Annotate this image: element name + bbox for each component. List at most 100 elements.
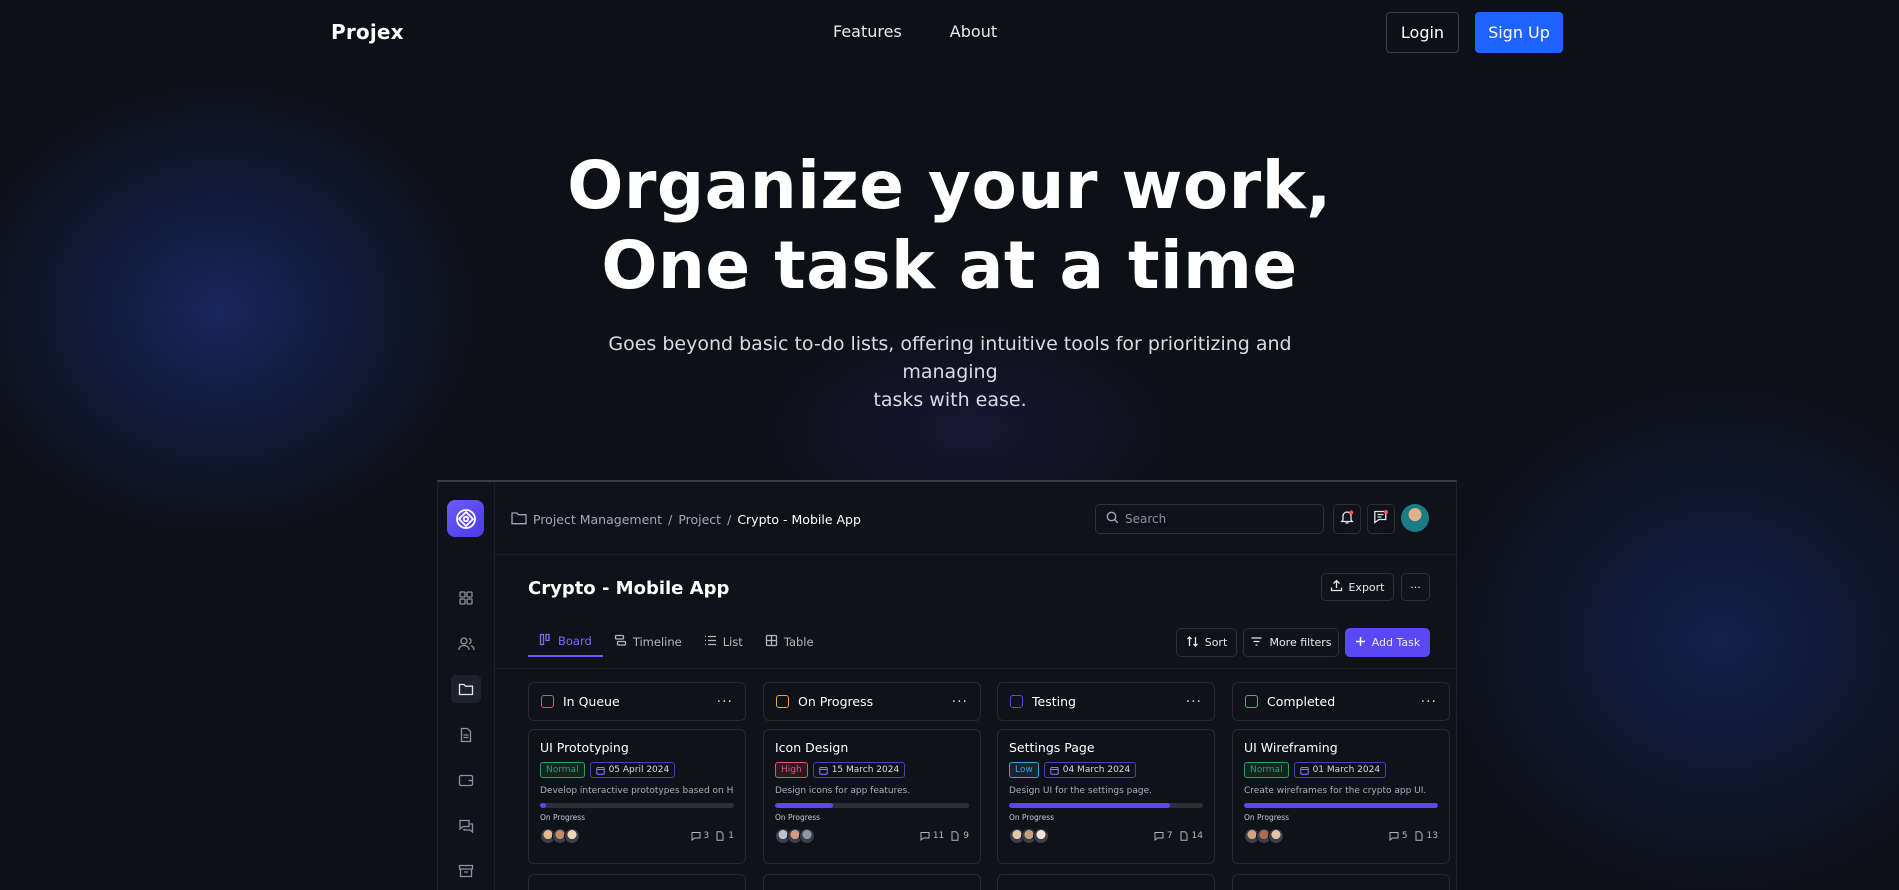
avatar[interactable] — [1033, 828, 1049, 844]
task-card[interactable]: Icon Design High 15 March 2024 Design ic… — [763, 729, 981, 864]
breadcrumb-item[interactable]: Project — [678, 512, 721, 527]
signup-button[interactable]: Sign Up — [1475, 12, 1563, 53]
task-card[interactable] — [997, 874, 1215, 890]
users-icon[interactable] — [451, 630, 481, 658]
comments-count: 3 — [691, 831, 709, 841]
avatar[interactable] — [1268, 828, 1284, 844]
task-card[interactable] — [528, 874, 746, 890]
task-card[interactable]: UI Prototyping Normal 05 April 2024 Deve… — [528, 729, 746, 864]
messages-button[interactable] — [1367, 504, 1395, 534]
brand-logo[interactable]: Projex — [331, 20, 404, 44]
due-date-badge: 04 March 2024 — [1043, 762, 1137, 778]
file-icon — [1415, 831, 1423, 841]
view-tabs: Board Timeline List Table — [528, 627, 825, 657]
avatar[interactable] — [564, 828, 580, 844]
notifications-button[interactable] — [1333, 504, 1361, 534]
document-icon[interactable] — [451, 721, 481, 749]
task-card[interactable] — [1232, 874, 1450, 890]
tab-list[interactable]: List — [693, 627, 754, 657]
add-task-button[interactable]: Add Task — [1345, 628, 1430, 657]
login-button[interactable]: Login — [1386, 12, 1459, 53]
due-date: 01 March 2024 — [1312, 765, 1381, 775]
ellipsis-icon[interactable]: ··· — [1186, 694, 1202, 710]
due-date: 04 March 2024 — [1062, 765, 1131, 775]
files-count: 14 — [1179, 831, 1203, 841]
task-description: Develop interactive prototypes based on … — [540, 786, 734, 796]
column-title: Testing — [1032, 694, 1076, 709]
task-description: Design icons for app features. — [775, 786, 911, 796]
ellipsis-icon[interactable]: ··· — [1421, 694, 1437, 710]
more-options-button[interactable]: ··· — [1401, 573, 1430, 601]
progress-bar — [1009, 803, 1203, 808]
sort-button[interactable]: Sort — [1176, 628, 1237, 657]
user-avatar[interactable] — [1401, 504, 1429, 532]
comments-value: 11 — [932, 831, 945, 841]
progress-bar — [540, 803, 734, 808]
export-button[interactable]: Export — [1321, 573, 1394, 601]
breadcrumb: Project Management / Project / Crypto - … — [511, 511, 861, 528]
due-date: 15 March 2024 — [831, 765, 900, 775]
task-title: UI Wireframing — [1244, 740, 1338, 755]
tab-table[interactable]: Table — [754, 627, 825, 657]
files-value: 9 — [963, 831, 969, 841]
column-status-icon — [776, 695, 789, 708]
priority-badge: Normal — [540, 762, 585, 778]
calendar-icon — [818, 766, 828, 775]
column-status-icon — [1245, 695, 1258, 708]
board-column: In Queue ··· UI Prototyping Normal 05 Ap… — [528, 682, 746, 890]
tab-label: List — [722, 635, 743, 649]
comments-count: 5 — [1389, 831, 1408, 841]
assignee-avatars — [1009, 828, 1049, 844]
ellipsis-icon[interactable]: ··· — [717, 694, 733, 710]
ellipsis-icon: ··· — [1410, 580, 1421, 594]
comments-count: 11 — [920, 831, 944, 841]
column-title: Completed — [1267, 694, 1336, 709]
task-status: On Progress — [540, 813, 586, 822]
column-status-icon — [541, 695, 554, 708]
breadcrumb-item[interactable]: Project Management — [533, 512, 662, 527]
dashboard-icon[interactable] — [451, 584, 481, 612]
breadcrumb-separator: / — [727, 512, 732, 527]
hero-title-line-1: Organize your work, — [567, 147, 1332, 224]
progress-bar — [1244, 803, 1438, 808]
archive-icon[interactable] — [451, 857, 481, 885]
folder-icon — [511, 511, 527, 528]
calendar-icon — [1299, 766, 1309, 775]
filter-icon — [1250, 635, 1263, 651]
app-logo-icon[interactable] — [447, 500, 484, 537]
tab-board[interactable]: Board — [528, 627, 603, 657]
nav-link-about[interactable]: About — [950, 22, 997, 41]
progress-fill — [540, 803, 546, 808]
task-card[interactable]: UI Wireframing Normal 01 March 2024 Crea… — [1232, 729, 1450, 864]
priority-badge: Normal — [1244, 762, 1289, 778]
file-icon — [951, 831, 959, 841]
board-icon — [539, 633, 552, 649]
task-card[interactable] — [763, 874, 981, 890]
column-header: Testing ··· — [997, 682, 1215, 721]
due-date-badge: 01 March 2024 — [1293, 762, 1387, 778]
hero-subtitle-line-1: Goes beyond basic to-do lists, offering … — [608, 333, 1292, 383]
tab-timeline[interactable]: Timeline — [603, 627, 693, 657]
nav-link-features[interactable]: Features — [833, 22, 902, 41]
more-filters-button[interactable]: More filters — [1243, 628, 1339, 657]
task-card[interactable]: Settings Page Low 04 March 2024 Design U… — [997, 729, 1215, 864]
hero-title-line-2: One task at a time — [601, 227, 1298, 304]
column-title: In Queue — [563, 694, 620, 709]
task-title: Icon Design — [775, 740, 849, 755]
folder-icon[interactable] — [451, 675, 481, 703]
plus-icon — [1355, 636, 1366, 650]
message-icon — [1373, 509, 1389, 529]
task-status: On Progress — [775, 813, 821, 822]
due-date-badge: 15 March 2024 — [812, 762, 906, 778]
comments-count: 7 — [1154, 831, 1173, 841]
board-column: Completed ··· UI Wireframing Normal 01 M… — [1232, 682, 1450, 890]
column-title: On Progress — [798, 694, 874, 709]
wallet-icon[interactable] — [451, 766, 481, 794]
comments-value: 7 — [1166, 831, 1173, 841]
avatar[interactable] — [799, 828, 815, 844]
chat-icon[interactable] — [451, 812, 481, 840]
search-input[interactable]: Search — [1095, 504, 1324, 534]
tab-label: Timeline — [632, 635, 682, 649]
assignee-avatars — [540, 828, 580, 844]
ellipsis-icon[interactable]: ··· — [952, 694, 968, 710]
